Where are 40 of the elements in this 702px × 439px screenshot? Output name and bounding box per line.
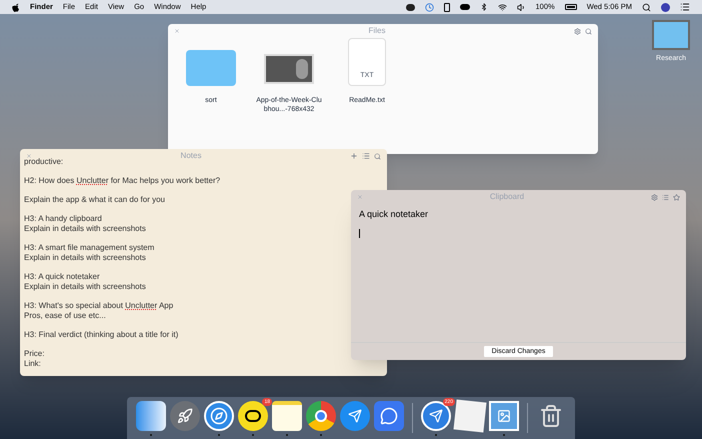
plus-icon[interactable]: [350, 152, 358, 160]
bluetooth-icon[interactable]: [480, 3, 488, 11]
window-title: Files: [368, 25, 386, 37]
note-line: H2: How does Unclutter for Mac helps you work better?: [24, 176, 220, 186]
apple-logo-icon[interactable]: [12, 2, 20, 12]
note-line: H3: Final verdict (thinking about a title for it): [24, 330, 178, 340]
paper-sheet-icon[interactable]: [454, 399, 486, 432]
note-line: Explain in details with screenshots: [24, 224, 146, 234]
rocket-icon[interactable]: [170, 400, 200, 430]
note-line: Explain the app & what it can do for you: [24, 195, 165, 205]
note-line: H3: A quick notetaker: [24, 272, 100, 282]
chat-bubble-icon[interactable]: [374, 400, 404, 430]
settings-icon[interactable]: [651, 194, 658, 200]
settings-icon[interactable]: [574, 28, 581, 34]
volume-icon[interactable]: [516, 2, 526, 12]
paper-plane-icon[interactable]: [421, 400, 451, 430]
photo-stack-icon[interactable]: [489, 400, 519, 430]
clipboard-text: A quick notetaker: [358, 208, 430, 221]
text-cursor: [359, 228, 360, 238]
clock-icon[interactable]: [424, 2, 434, 12]
list-icon[interactable]: [680, 2, 690, 12]
note-line: Link:: [24, 359, 41, 369]
wifi-icon[interactable]: [498, 2, 506, 12]
note-line: Explain in details with screenshots: [24, 282, 146, 292]
note-line: H3: A smart file management system: [24, 243, 154, 253]
note-line: H3: A handy clipboard: [24, 214, 102, 224]
note-line: Explain in details with screenshots: [24, 253, 146, 263]
notepad-icon[interactable]: [272, 400, 302, 430]
note-line: Pros, ease of use etc...: [24, 311, 106, 321]
window-title: Clipboard: [488, 191, 526, 203]
note-line: H3: What's so special about Unclutter App: [24, 301, 174, 311]
folder-icon[interactable]: [652, 20, 690, 50]
search-icon[interactable]: [642, 2, 651, 12]
battery-icon[interactable]: [564, 4, 577, 10]
star-icon[interactable]: [673, 194, 680, 200]
compass-icon[interactable]: [204, 400, 234, 430]
menu-icon[interactable]: [362, 152, 370, 160]
image-thumbnail[interactable]: [264, 54, 314, 84]
note-line: productive:: [24, 157, 64, 167]
note-line: Price:: [24, 349, 44, 359]
